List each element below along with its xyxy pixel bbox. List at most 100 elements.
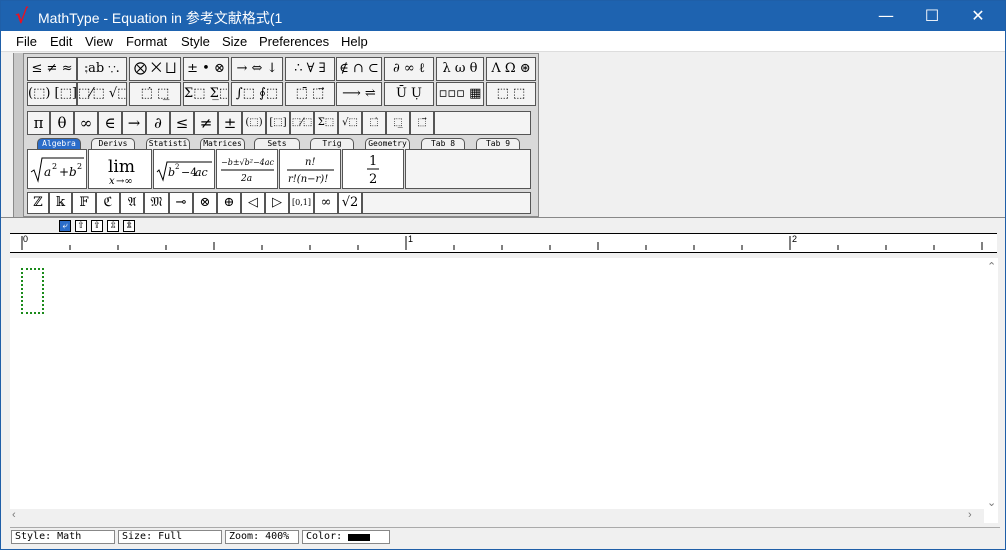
svg-text:−b±√b²−4ac: −b±√b²−4ac [221,158,275,167]
tab-9[interactable]: Tab 9 [476,138,520,149]
status-bar: Style: Math Size: Full Zoom: 400% Color: [10,527,1000,545]
menu-size[interactable]: Size [222,34,247,49]
symbol-partial[interactable]: ∂ [146,111,170,135]
template-square-root[interactable]: √⬚ [338,111,362,135]
status-zoom: Zoom: 400% [225,530,299,544]
close-button[interactable]: ✕ [955,1,1001,31]
labeled-arrows-palette[interactable]: ⟶ ⇌ [336,82,382,106]
align-bottom-button[interactable]: ⇭ [123,220,135,232]
symbol-right-arrow[interactable]: → [122,111,146,135]
palette-grip[interactable] [13,53,23,217]
menu-help[interactable]: Help [341,34,368,49]
embellishments-palette[interactable]: ⨂ ⨉ ⨆ [129,57,181,81]
menu-file[interactable]: File [16,34,37,49]
box-templates-palette[interactable]: ⬚ ⬚ [486,82,536,106]
symbol-less-equal[interactable]: ≤ [170,111,194,135]
ruler[interactable]: 0 1 2 [10,233,997,253]
library-symbol-2[interactable]: 𝕜 [49,192,72,214]
vertical-scrollbar[interactable]: ⌃ ⌄ [984,258,998,523]
scroll-right-icon[interactable]: › [968,509,972,521]
tab-8[interactable]: Tab 8 [421,138,465,149]
scroll-left-icon[interactable]: ‹ [12,509,16,521]
products-set-theory-palette[interactable]: Ū Ụ [384,82,434,106]
template-parentheses[interactable]: (⬚) [242,111,266,135]
arrow-symbols-palette[interactable]: → ⇔ ↓ [231,57,283,81]
tab-geometry[interactable]: Geometry [365,138,410,149]
relational-symbols-palette[interactable]: ≤ ≠ ≈ [27,57,77,81]
template-one-half[interactable]: 1 2 [342,149,404,189]
align-raise-button[interactable]: ⇪ [91,220,103,232]
template-combination[interactable]: n! r!(n−r)! [279,149,341,189]
symbol-pi[interactable]: π [27,111,50,135]
fence-templates-palette[interactable]: (⬚) [⬚] [27,82,77,106]
menu-format[interactable]: Format [126,34,167,49]
library-symbol-14[interactable]: √2 [338,192,362,214]
library-symbol-8[interactable]: ⊗ [193,192,217,214]
misc-symbols-palette[interactable]: ∂ ∞ ℓ [384,57,434,81]
empty-equation-slot[interactable] [21,268,44,314]
tab-trig[interactable]: Trig [310,138,354,149]
library-symbol-9[interactable]: ⊕ [217,192,241,214]
symbol-theta[interactable]: θ [50,111,74,135]
template-discriminant[interactable]: b 2 −4 ac [153,149,215,189]
title-bar[interactable]: √ MathType - Equation in 参考文献格式(1 — ☐ ✕ [1,1,1005,31]
minimize-button[interactable]: — [863,1,909,31]
library-symbol-7[interactable]: ⊸ [169,192,193,214]
tab-statistics[interactable]: Statisti [146,138,190,149]
horizontal-scrollbar[interactable]: ‹ › [10,509,984,523]
equation-editor-area[interactable] [10,258,984,523]
align-baseline-button[interactable]: ⤶ [59,220,71,232]
subscript-superscript-palette[interactable]: ⬚̇ ⬚̲ [129,82,181,106]
align-top-button[interactable]: ⇧ [75,220,87,232]
template-brackets[interactable]: [⬚] [266,111,290,135]
symbol-not-equal[interactable]: ≠ [194,111,218,135]
library-symbol-3[interactable]: 𝔽 [72,192,96,214]
symbol-plus-minus[interactable]: ± [218,111,242,135]
library-symbol-13[interactable]: ∞ [314,192,338,214]
template-fraction[interactable]: ⬚⁄⬚ [290,111,314,135]
summation-palette[interactable]: Σ⬚ Σ̲⬚ [183,82,229,106]
library-symbol-10[interactable]: ◁ [241,192,265,214]
set-theory-palette[interactable]: ∉ ∩ ⊂ [336,57,382,81]
menu-edit[interactable]: Edit [50,34,72,49]
library-symbol-5[interactable]: 𝔄 [120,192,144,214]
template-summation[interactable]: Σ⬚ [314,111,338,135]
library-symbol-4[interactable]: ℭ [96,192,120,214]
library-symbol-12[interactable]: [0,1] [289,192,314,214]
align-lower-button[interactable]: ⇫ [107,220,119,232]
operator-symbols-palette[interactable]: ± • ⊗ [183,57,229,81]
template-quadratic-formula[interactable]: −b±√b²−4ac 2a [216,149,278,189]
template-hypotenuse[interactable]: a 2 + b 2 [27,149,87,189]
integral-palette[interactable]: ∫⬚ ∮⬚ [231,82,283,106]
underbar-overbar-palette[interactable]: ⬚̄ ⬚⃗ [285,82,335,106]
fraction-radical-palette[interactable]: ⬚⁄⬚ √⬚ [77,82,127,106]
tab-algebra[interactable]: Algebra [37,138,81,149]
symbol-infinity[interactable]: ∞ [74,111,98,135]
svg-text:r!(n−r)!: r!(n−r)! [288,174,328,185]
logical-symbols-palette[interactable]: ∴ ∀ ∃ [285,57,335,81]
greek-uppercase-palette[interactable]: Λ Ω ⊛ [486,57,536,81]
template-vector-arrow[interactable]: ⬚⃗ [410,111,434,135]
template-dot-accent[interactable]: ⬚̇ [362,111,386,135]
menu-style[interactable]: Style [181,34,210,49]
library-symbol-6[interactable]: 𝔐 [144,192,169,214]
menu-view[interactable]: View [85,34,113,49]
svg-text:ac: ac [195,166,208,179]
tab-sets[interactable]: Sets [254,138,300,149]
tab-matrices[interactable]: Matrices [200,138,245,149]
scroll-up-icon[interactable]: ⌃ [987,260,996,273]
tab-derivs[interactable]: Derivs [91,138,135,149]
svg-text:b: b [168,166,175,179]
matrix-templates-palette[interactable]: ▫▫▫ ▦ [436,82,484,106]
maximize-button[interactable]: ☐ [909,1,955,31]
template-underbar[interactable]: ⬚̲ [386,111,410,135]
scroll-down-icon[interactable]: ⌄ [987,496,996,509]
library-symbol-11[interactable]: ▷ [265,192,289,214]
greek-lowercase-palette[interactable]: λ ω θ [436,57,484,81]
library-symbol-1[interactable]: ℤ [27,192,49,214]
menu-preferences[interactable]: Preferences [259,34,329,49]
symbol-element-of[interactable]: ∈ [98,111,122,135]
spaces-ellipses-palette[interactable]: ⨟ab ∵. [77,57,127,81]
color-swatch [348,534,370,541]
template-limit[interactable]: lim x →∞ [88,149,152,189]
